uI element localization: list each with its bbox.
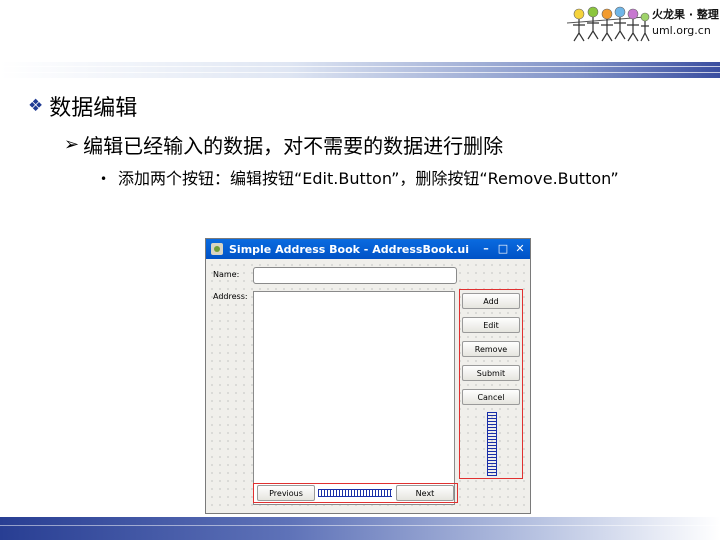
form-canvas: Name: Address: Add Edit Remove Submit Ca… (208, 261, 528, 511)
window-titlebar: Simple Address Book - AddressBook.ui – □… (206, 239, 530, 259)
address-textedit[interactable] (253, 291, 455, 505)
previous-button[interactable]: Previous (257, 485, 315, 501)
logo-domain: uml.org.cn (652, 24, 711, 37)
window-title: Simple Address Book - AddressBook.ui (229, 242, 470, 256)
maximize-button[interactable]: □ (496, 242, 510, 256)
add-button[interactable]: Add (462, 293, 520, 309)
designer-window: Simple Address Book - AddressBook.ui – □… (205, 238, 531, 514)
cancel-button[interactable]: Cancel (462, 389, 520, 405)
logo-text: 火龙果 · 整理 uml.org.cn (652, 7, 719, 39)
address-label: Address: (213, 292, 248, 301)
arrow-bullet-icon: ➢ (64, 134, 80, 155)
button-layout: Add Edit Remove Submit Cancel (459, 289, 523, 479)
name-label: Name: (213, 270, 240, 279)
logo-brand: 火龙果 · 整理 (652, 8, 719, 21)
diamond-cluster-icon: ❖ (28, 96, 44, 116)
submit-button[interactable]: Submit (462, 365, 520, 381)
minimize-button[interactable]: – (479, 242, 493, 256)
edit-button[interactable]: Edit (462, 317, 520, 333)
slide-bullet-text: 添加两个按钮：编辑按钮“Edit.Button”，删除按钮“Remove.But… (118, 169, 619, 188)
slide-bullet: • 添加两个按钮：编辑按钮“Edit.Button”，删除按钮“Remove.B… (100, 166, 620, 192)
vertical-spacer (487, 412, 497, 476)
close-button[interactable]: ✕ (513, 242, 527, 256)
slide-subheading-text: 编辑已经输入的数据，对不需要的数据进行删除 (83, 134, 504, 158)
name-input[interactable] (253, 267, 457, 284)
horizontal-spacer (318, 489, 392, 497)
bullet-dot-icon: • (100, 172, 108, 186)
header-stripe (0, 62, 720, 78)
remove-button[interactable]: Remove (462, 341, 520, 357)
slide-heading-text: 数据编辑 (49, 96, 138, 121)
designer-app-icon (211, 243, 223, 255)
navigation-layout: Previous Next (253, 483, 458, 503)
next-button[interactable]: Next (396, 485, 454, 501)
slide-subheading: ➢ 编辑已经输入的数据，对不需要的数据进行删除 (64, 130, 503, 159)
footer-stripe (0, 517, 720, 540)
slide-heading: ❖ 数据编辑 (28, 90, 137, 122)
